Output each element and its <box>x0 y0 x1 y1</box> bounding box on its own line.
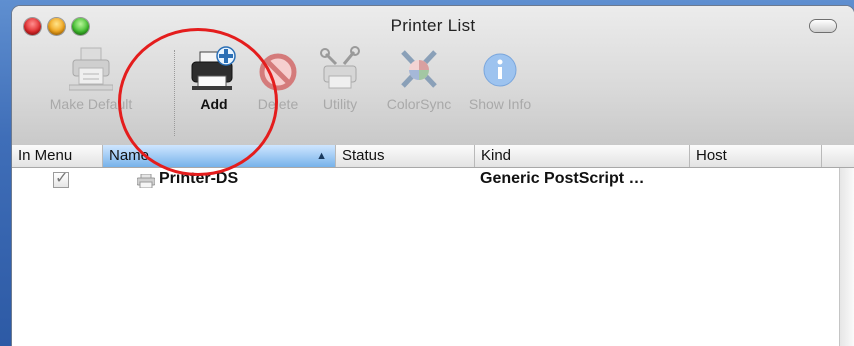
info-icon <box>483 53 517 87</box>
show-info-label: Show Info <box>468 96 532 112</box>
vertical-scrollbar[interactable] <box>839 168 854 346</box>
toolbar-separator <box>174 50 175 136</box>
printer-kind: Generic PostScript … <box>480 170 645 187</box>
delete-icon <box>259 53 297 91</box>
utility-button[interactable]: Utility <box>308 46 372 112</box>
checkmark-icon: ✓ <box>55 170 69 187</box>
column-host[interactable]: Host <box>690 145 822 167</box>
sort-ascending-icon: ▲ <box>316 150 327 162</box>
utility-label: Utility <box>322 96 358 112</box>
column-name[interactable]: Name ▲ <box>103 145 336 167</box>
toolbar-toggle-button[interactable] <box>810 20 836 32</box>
delete-button[interactable]: Delete <box>248 46 308 112</box>
delete-label: Delete <box>257 96 299 112</box>
column-kind[interactable]: Kind <box>475 145 690 167</box>
in-menu-checkbox[interactable]: ✓ <box>53 170 69 188</box>
window-title: Printer List <box>390 16 476 35</box>
colorsync-icon <box>401 50 437 88</box>
printer-default-icon <box>69 47 113 91</box>
window-chrome: Printer List Make Default Add Delete Uti… <box>12 6 854 146</box>
table-row[interactable]: ✓ Printer-DS Generic PostScript … <box>12 168 854 194</box>
column-name-label: Name <box>109 147 150 164</box>
printer-list-window: Printer List Make Default Add Delete Uti… <box>12 6 854 346</box>
make-default-button[interactable]: Make Default <box>36 46 146 112</box>
colorsync-button[interactable]: ColorSync <box>376 46 462 112</box>
show-info-button[interactable]: Show Info <box>462 46 538 112</box>
add-button[interactable]: Add <box>184 46 244 112</box>
column-status[interactable]: Status <box>336 145 475 167</box>
utility-icon <box>320 46 360 89</box>
printer-icon <box>137 174 155 188</box>
printer-add-icon <box>191 46 236 90</box>
colorsync-label: ColorSync <box>386 96 452 112</box>
table-header: In Menu Name ▲ Status Kind Host <box>12 145 854 168</box>
printer-name: Printer-DS <box>159 170 239 187</box>
column-in-menu[interactable]: In Menu <box>12 145 103 167</box>
add-label: Add <box>200 96 228 112</box>
make-default-label: Make Default <box>49 96 133 112</box>
